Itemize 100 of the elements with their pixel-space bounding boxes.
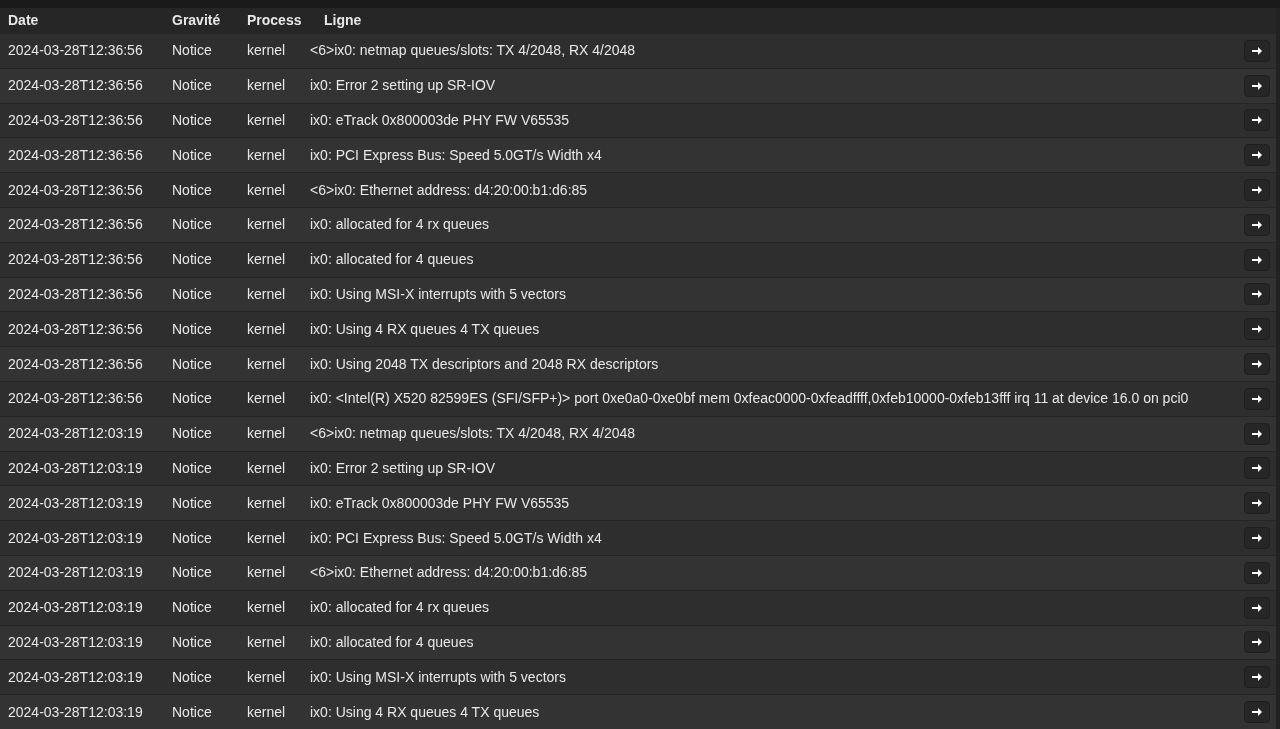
table-cell-text: ix0: Error 2 setting up SR-IOV xyxy=(310,458,497,478)
arrow-right-icon xyxy=(1251,497,1263,510)
table-cell-text: Notice xyxy=(172,111,213,130)
table-cell-text: Notice xyxy=(172,215,213,235)
table-cell-text: kernel xyxy=(247,424,287,444)
arrow-right-icon xyxy=(1251,218,1263,231)
details-button[interactable] xyxy=(1244,248,1270,271)
details-button[interactable] xyxy=(1244,701,1270,724)
arrow-right-icon xyxy=(1251,253,1263,266)
table-cell-text: Notice xyxy=(172,389,213,409)
table-cell-text: 2024-03-28T12:36:56 xyxy=(8,111,144,130)
table-cell-text: ix0: eTrack 0x800003de PHY FW V65535 xyxy=(310,111,571,130)
table-cell-text: Notice xyxy=(172,250,213,270)
table-cell-text: kernel xyxy=(247,702,287,722)
table-cell-text: ix0: Using 2048 TX descriptors and 2048 RX descriptors xyxy=(310,354,660,374)
table-cell-text: 2024-03-28T12:36:56 xyxy=(8,180,144,200)
details-button[interactable] xyxy=(1244,631,1270,654)
table-cell-text: 2024-03-28T12:03:19 xyxy=(8,667,144,687)
details-button[interactable] xyxy=(1244,353,1270,376)
arrow-right-icon xyxy=(1251,114,1263,127)
table-cell-text: ix0: allocated for 4 rx queues xyxy=(310,598,490,618)
table-cell-text: kernel xyxy=(247,632,287,652)
table-cell-text: ix0: allocated for 4 queues xyxy=(310,632,475,652)
table-cell-text: kernel xyxy=(247,319,287,339)
details-button[interactable] xyxy=(1244,39,1270,62)
arrow-right-icon xyxy=(1251,462,1263,475)
table-cell-text: 2024-03-28T12:36:56 xyxy=(8,354,144,374)
table-cell-text: Notice xyxy=(172,598,213,618)
details-button[interactable] xyxy=(1244,144,1270,167)
table-cell-text: Notice xyxy=(172,632,213,652)
table-cell-text: kernel xyxy=(247,111,287,130)
details-button[interactable] xyxy=(1244,74,1270,97)
arrow-right-icon xyxy=(1251,636,1263,649)
table-cell-text: kernel xyxy=(247,250,287,270)
table-cell-text: kernel xyxy=(247,180,287,200)
table-cell-text: Notice xyxy=(172,76,213,96)
table-cell-text: Notice xyxy=(172,702,213,722)
table-cell-text: Notice xyxy=(172,41,213,61)
arrow-right-icon xyxy=(1251,392,1263,405)
table-cell-text: <6>ix0: Ethernet address: d4:20:00:b1:d6:85 xyxy=(310,563,589,583)
arrow-right-icon xyxy=(1251,149,1263,162)
table-cell-text: ix0: eTrack 0x800003de PHY FW V65535 xyxy=(310,493,571,513)
arrow-right-icon xyxy=(1251,566,1263,579)
table-cell-text: kernel xyxy=(247,145,287,165)
table-cell-text: kernel xyxy=(247,458,287,478)
details-button[interactable] xyxy=(1244,109,1270,132)
details-button[interactable] xyxy=(1244,492,1270,515)
table-cell-text: ix0: <Intel(R) X520 82599ES (SFI/SFP+)> port 0xe0a0-0xe0bf mem 0xfeac0000-0xfeadffff,0xfeb10000-0xfeb13fff irq 11 at device 16.0 on pci0 xyxy=(310,389,1190,409)
table-cell-text: kernel xyxy=(247,354,287,374)
table-cell-text: Notice xyxy=(172,493,213,513)
table-cell-text: 2024-03-28T12:03:19 xyxy=(8,493,144,513)
table-cell-text: 2024-03-28T12:36:56 xyxy=(8,319,144,339)
details-button[interactable] xyxy=(1244,666,1270,689)
details-button[interactable] xyxy=(1244,213,1270,236)
table-cell-text: Notice xyxy=(172,528,213,548)
table-cell-text: ix0: allocated for 4 rx queues xyxy=(310,215,490,235)
details-button[interactable] xyxy=(1244,596,1270,619)
table-cell-text: ix0: Using MSI-X interrupts with 5 vectors xyxy=(310,667,567,687)
details-button[interactable] xyxy=(1244,457,1270,480)
table-cell-text: kernel xyxy=(247,563,287,583)
details-button[interactable] xyxy=(1244,422,1270,445)
table-cell-text: 2024-03-28T12:36:56 xyxy=(8,389,144,409)
arrow-right-icon xyxy=(1251,184,1263,197)
table-cell-text: Notice xyxy=(172,458,213,478)
details-button[interactable] xyxy=(1244,179,1270,202)
table-cell-text: Notice xyxy=(172,284,213,304)
arrow-right-icon xyxy=(1251,288,1263,301)
table-cell-text: 2024-03-28T12:03:19 xyxy=(8,598,144,618)
arrow-right-icon xyxy=(1251,427,1263,440)
table-cell-text: 2024-03-28T12:03:19 xyxy=(8,458,144,478)
arrow-right-icon xyxy=(1251,601,1263,614)
arrow-right-icon xyxy=(1251,532,1263,545)
table-cell-text: ix0: Using 4 RX queues 4 TX queues xyxy=(310,702,541,722)
table-cell-text: kernel xyxy=(247,528,287,548)
table-cell-text: <6>ix0: netmap queues/slots: TX 4/2048, RX 4/2048 xyxy=(310,41,637,61)
details-button[interactable] xyxy=(1244,387,1270,410)
details-button[interactable] xyxy=(1244,561,1270,584)
arrow-right-icon xyxy=(1251,706,1263,719)
table-cell-text: ix0: Using MSI-X interrupts with 5 vectors xyxy=(310,284,567,304)
table-cell-text: ix0: PCI Express Bus: Speed 5.0GT/s Width x4 xyxy=(310,145,603,165)
table-cell-text: 2024-03-28T12:36:56 xyxy=(8,41,144,61)
table-cell-text: kernel xyxy=(247,598,287,618)
table-cell-text: 2024-03-28T12:36:56 xyxy=(8,145,144,165)
table-cell-text: Notice xyxy=(172,667,213,687)
table-cell-text: Notice xyxy=(172,180,213,200)
table-cell-text: kernel xyxy=(247,41,287,61)
table-cell-text: 2024-03-28T12:03:19 xyxy=(8,528,144,548)
arrow-right-icon xyxy=(1251,358,1263,371)
details-button[interactable] xyxy=(1244,527,1270,550)
table-cell-text: 2024-03-28T12:03:19 xyxy=(8,702,144,722)
table-cell-text: Notice xyxy=(172,319,213,339)
table-cell-text: Notice xyxy=(172,145,213,165)
table-cell-text: kernel xyxy=(247,215,287,235)
table-cell-text: kernel xyxy=(247,389,287,409)
column-header: Process xyxy=(247,11,303,30)
table-cell-text: 2024-03-28T12:36:56 xyxy=(8,215,144,235)
details-button[interactable] xyxy=(1244,283,1270,306)
table-cell-text: <6>ix0: netmap queues/slots: TX 4/2048, RX 4/2048 xyxy=(310,424,637,444)
details-button[interactable] xyxy=(1244,318,1270,341)
table-cell-text: <6>ix0: Ethernet address: d4:20:00:b1:d6:85 xyxy=(310,180,589,200)
